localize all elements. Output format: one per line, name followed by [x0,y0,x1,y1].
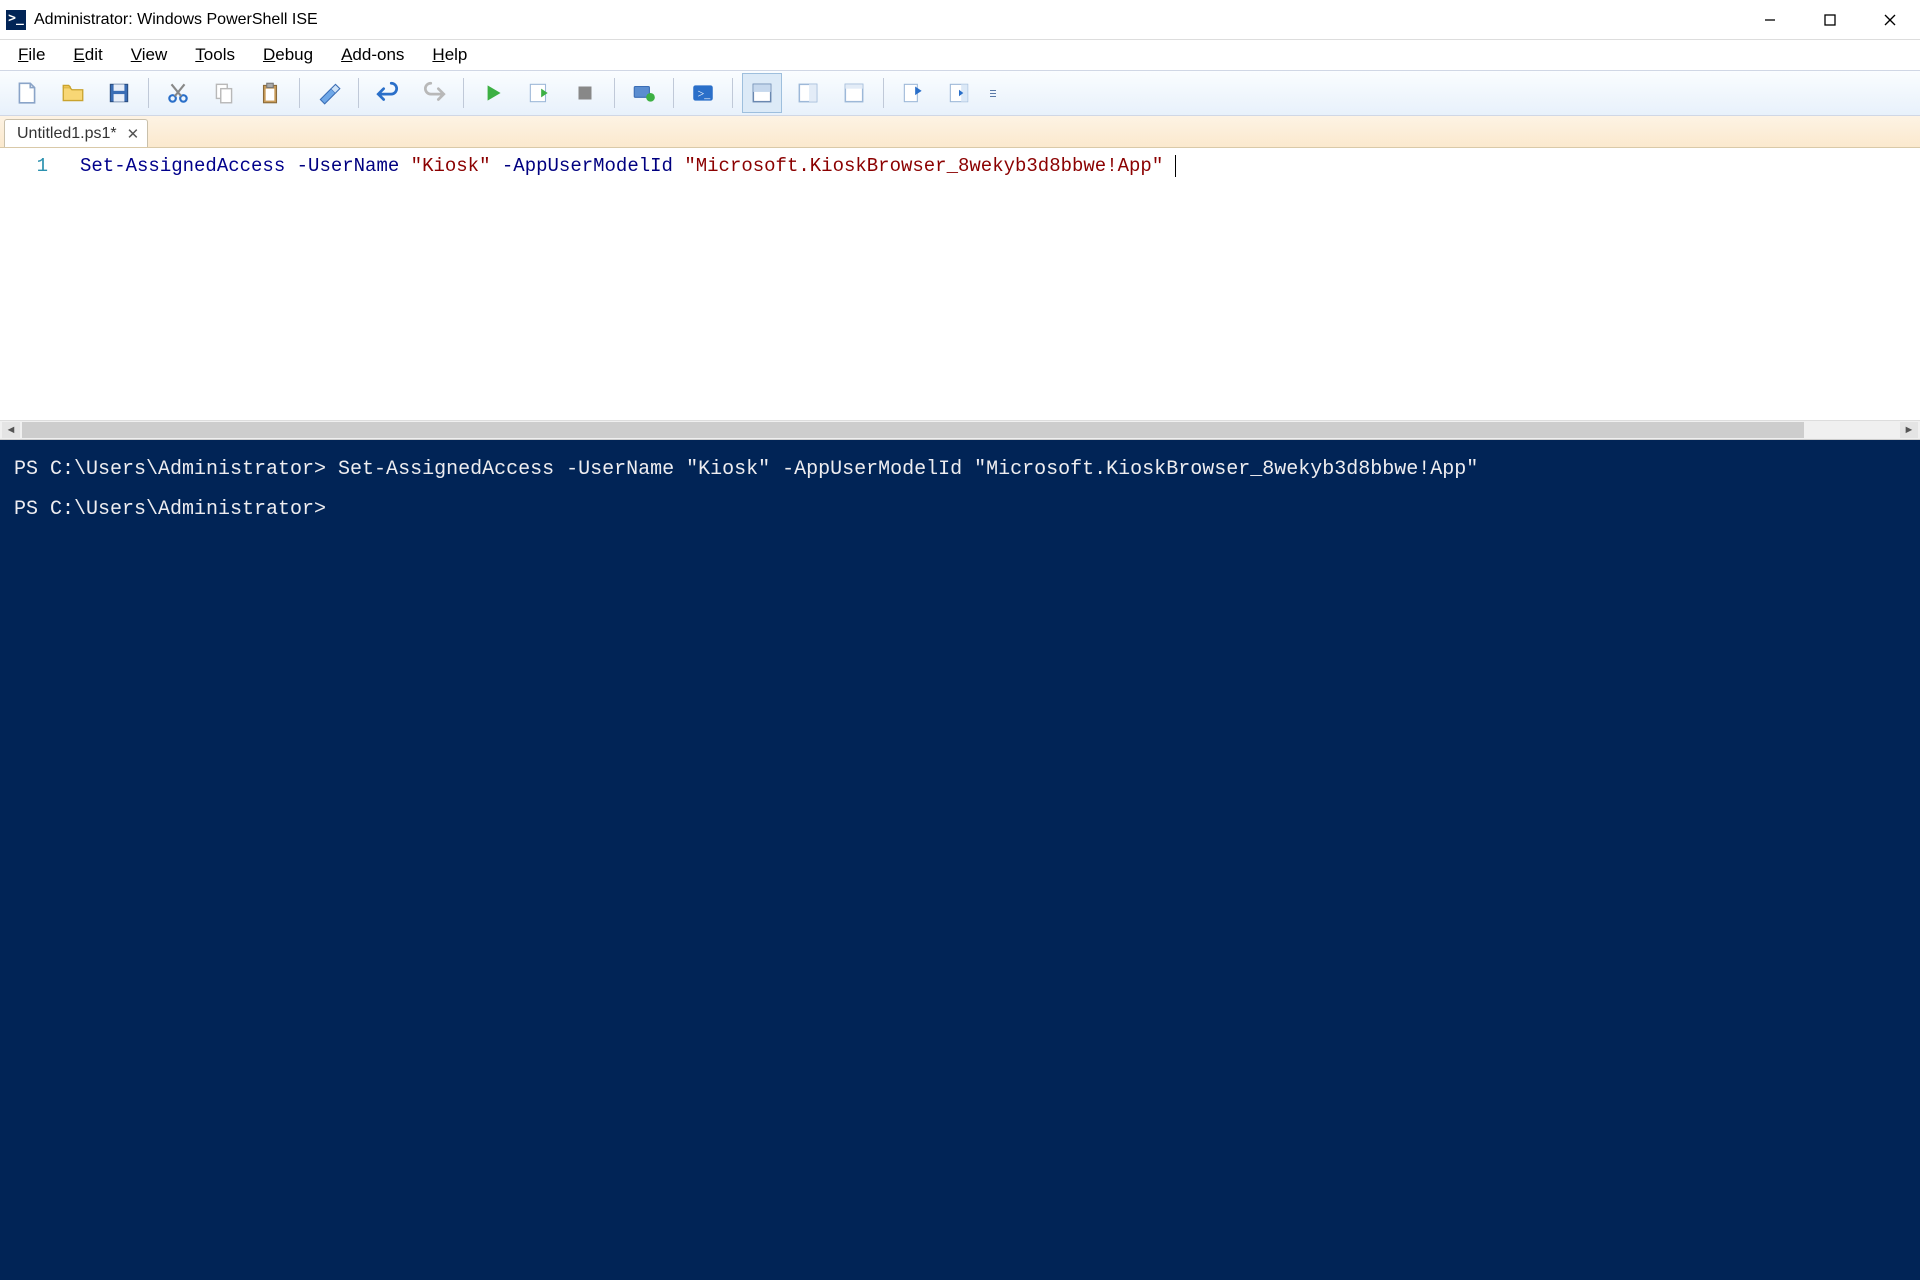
minimize-button[interactable] [1740,0,1800,40]
open-file-icon[interactable] [53,73,93,113]
titlebar: >_ Administrator: Windows PowerShell ISE [0,0,1920,40]
menu-tools[interactable]: Tools [181,41,249,69]
console-line: PS C:\Users\Administrator> Set-AssignedA… [14,450,1906,490]
scroll-right-icon[interactable]: ► [1900,422,1918,438]
copy-icon[interactable] [204,73,244,113]
show-script-pane-top-icon[interactable] [742,73,782,113]
app-icon: >_ [6,10,26,30]
show-script-pane-max-icon[interactable] [834,73,874,113]
menu-edit[interactable]: Edit [59,41,116,69]
powershell-tab-icon[interactable]: >_ [683,73,723,113]
toolbar: >_ [0,70,1920,116]
menu-addons[interactable]: Add-ons [327,41,418,69]
tab-close-icon[interactable]: ✕ [127,125,140,143]
stop-icon[interactable] [565,73,605,113]
tabstrip: Untitled1.ps1* ✕ [0,116,1920,148]
save-icon[interactable] [99,73,139,113]
show-script-pane-right-icon[interactable] [788,73,828,113]
tab-label: Untitled1.ps1* [17,125,117,143]
menu-debug[interactable]: Debug [249,41,327,69]
console-line: PS C:\Users\Administrator> [14,490,1906,530]
show-command-window-icon[interactable] [939,73,979,113]
run-selection-icon[interactable] [519,73,559,113]
scroll-thumb[interactable] [22,422,1804,438]
editor-hscrollbar[interactable]: ◄ ► [0,420,1920,440]
file-tab[interactable]: Untitled1.ps1* ✕ [4,119,148,147]
svg-text:>_: >_ [698,86,712,100]
menu-file[interactable]: File [4,41,59,69]
undo-icon[interactable] [368,73,408,113]
menu-view[interactable]: View [117,41,182,69]
window-title: Administrator: Windows PowerShell ISE [34,11,318,29]
remote-icon[interactable] [624,73,664,113]
redo-icon[interactable] [414,73,454,113]
menu-help[interactable]: Help [418,41,481,69]
toolbar-overflow-icon[interactable] [985,73,1001,113]
script-editor[interactable]: 1 Set-AssignedAccess -UserName "Kiosk" -… [0,148,1920,420]
scroll-left-icon[interactable]: ◄ [2,422,20,438]
line-number-gutter: 1 [0,148,60,420]
console-pane[interactable]: PS C:\Users\Administrator> Set-AssignedA… [0,440,1920,1280]
code-line: Set-AssignedAccess -UserName "Kiosk" -Ap… [80,152,1176,180]
cut-icon[interactable] [158,73,198,113]
paste-icon[interactable] [250,73,290,113]
run-script-icon[interactable] [473,73,513,113]
menubar: File Edit View Tools Debug Add-ons Help [0,40,1920,70]
close-button[interactable] [1860,0,1920,40]
maximize-button[interactable] [1800,0,1860,40]
clear-icon[interactable] [309,73,349,113]
new-file-icon[interactable] [7,73,47,113]
show-command-addon-icon[interactable] [893,73,933,113]
